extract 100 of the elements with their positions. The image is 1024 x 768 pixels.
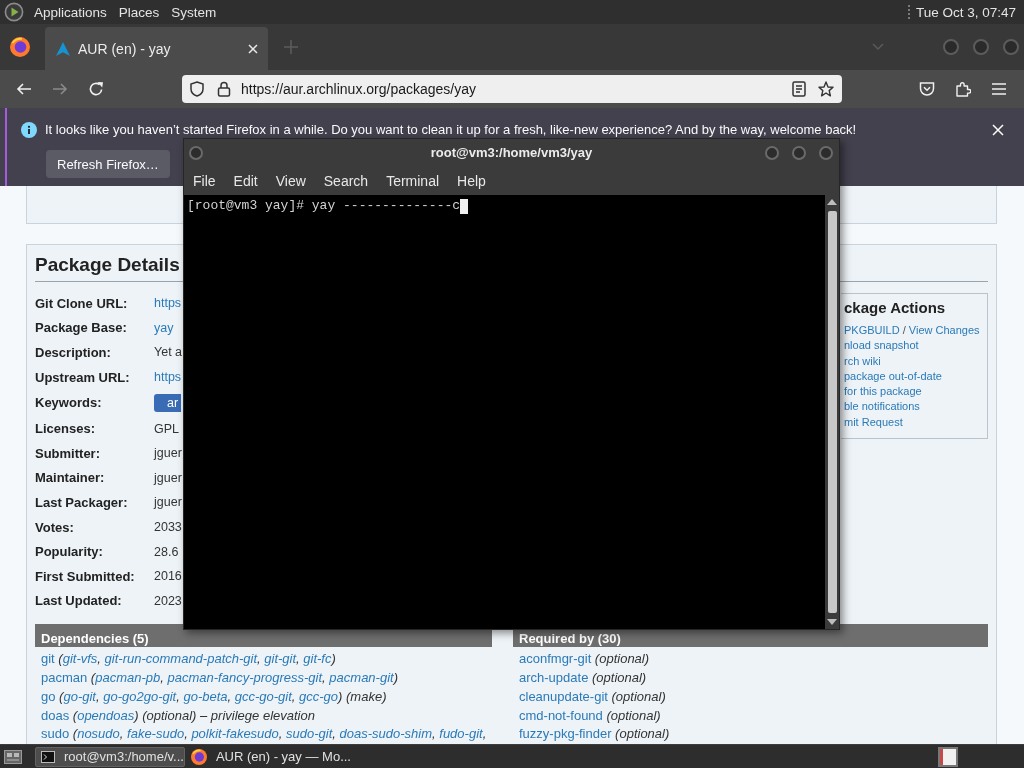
taskbar-button[interactable]: AUR (en) - yay — Mo... <box>184 746 353 767</box>
package-link[interactable]: cmd-not-found <box>519 707 603 723</box>
package-link[interactable]: nosudo <box>77 726 120 742</box>
dependency-line: arch-update (optional) <box>519 668 647 687</box>
section-heading: Dependencies (5) <box>41 631 149 647</box>
terminal-line: [root@vm3 yay]# yay --------------c <box>187 198 461 214</box>
window-control-icon[interactable] <box>189 145 203 160</box>
package-link[interactable]: git <box>41 651 55 667</box>
dependency-line: fuzzy-pkg-finder (optional) <box>519 725 670 744</box>
action-link[interactable]: nload snapshot <box>844 338 919 354</box>
scrollbar-thumb[interactable] <box>827 211 837 613</box>
dependency-line: cmd-not-found (optional) <box>519 706 661 725</box>
workspace-icon[interactable] <box>938 746 958 767</box>
dependency-line: sudo (nosudo, fake-sudo, polkit-fakesudo, sudo-git, doas-sudo-shim, fudo-git, <box>41 725 487 744</box>
package-link[interactable]: cleanupdate-git <box>519 688 608 704</box>
package-link[interactable]: pacman-pb <box>95 669 161 685</box>
package-link[interactable]: fudo-git <box>439 726 483 742</box>
package-link[interactable]: View Changes <box>908 324 980 336</box>
triangle-logo-icon <box>56 41 70 56</box>
field-label: Licenses: <box>35 421 96 437</box>
panel-menu[interactable]: System <box>171 4 217 20</box>
menu-icon[interactable] <box>991 82 1007 96</box>
reader-view-icon[interactable] <box>792 81 806 97</box>
package-link[interactable]: gcc-go <box>299 688 339 704</box>
field-label: Git Clone URL: <box>35 295 129 311</box>
action-link[interactable]: package out-of-date <box>844 368 942 385</box>
section-heading: Required by (30) <box>519 631 621 647</box>
menu-item[interactable]: File <box>184 172 225 189</box>
back-icon[interactable] <box>16 81 32 97</box>
menu-item[interactable]: Help <box>448 172 495 189</box>
browser-logo-icon <box>190 748 207 765</box>
keyword-tag[interactable]: ar <box>154 393 182 412</box>
field-value: jguer <box>154 446 182 461</box>
field-value: 28.6 <box>154 544 179 559</box>
taskbar-button[interactable]: root@vm3:/home/v... <box>35 746 185 767</box>
browser-logo-icon[interactable] <box>10 37 30 57</box>
notification-message: It looks like you haven’t started Firefox in a while. Do you want to clean it up for a fresh, like-new experience? And by the way, welcome back! <box>45 122 857 138</box>
package-link[interactable]: git-fc <box>303 651 332 667</box>
puzzle-icon[interactable] <box>955 81 971 97</box>
refresh-button[interactable]: Refresh Firefox… <box>46 150 170 178</box>
close-icon[interactable] <box>248 43 258 54</box>
package-link[interactable]: pacman <box>41 669 88 685</box>
field-label: Last Updated: <box>35 593 123 609</box>
shield-icon[interactable] <box>189 81 205 97</box>
address-bar[interactable]: https://aur.archlinux.org/packages/yay <box>182 75 842 103</box>
field-label: Submitter: <box>35 445 101 461</box>
package-link[interactable]: fuzzy-pkg-finder <box>519 726 612 742</box>
tab[interactable]: AUR (en) - yay <box>45 27 268 70</box>
window-title: root@vm3:/home/vm3/yay <box>429 145 594 160</box>
value-link[interactable]: https <box>154 370 182 385</box>
star-icon[interactable] <box>818 81 834 97</box>
action-link[interactable]: for this package <box>844 384 922 400</box>
window-control-icon[interactable] <box>819 145 833 160</box>
field-label: Last Packager: <box>35 494 129 510</box>
panel-menu[interactable]: Applications <box>34 4 107 20</box>
scroll-up-icon[interactable] <box>827 199 837 205</box>
package-link[interactable]: polkit-fakesudo <box>191 726 279 742</box>
package-link[interactable]: sudo-git <box>286 726 333 742</box>
menu-item[interactable]: View <box>266 172 315 189</box>
action-link[interactable]: mit Request <box>844 414 903 431</box>
forward-icon[interactable] <box>52 81 68 97</box>
menu-item[interactable]: Search <box>314 172 378 189</box>
package-link[interactable]: aconfmgr-git <box>519 651 592 667</box>
lock-icon[interactable] <box>217 81 231 97</box>
value-link[interactable]: https <box>154 296 182 311</box>
field-label: Popularity: <box>35 544 104 560</box>
package-link[interactable]: go-beta <box>183 688 228 704</box>
package-link[interactable]: doas <box>41 707 70 723</box>
action-link[interactable]: ble notifications <box>844 399 920 415</box>
package-link[interactable]: git-vfs <box>62 651 98 667</box>
window-control-icon[interactable] <box>765 145 779 160</box>
clock: Tue Oct 3, 07:47 <box>915 4 1016 20</box>
package-link[interactable]: pacman-git <box>329 669 394 685</box>
field-label: Package Base: <box>35 320 128 336</box>
package-link[interactable]: PKGBUILD <box>844 324 900 336</box>
value-link[interactable]: yay <box>154 320 174 335</box>
window-control-icon[interactable] <box>792 145 806 160</box>
action-link[interactable]: rch wiki <box>844 353 881 369</box>
reload-icon[interactable] <box>88 81 104 97</box>
panel-title: ckage Actions <box>844 299 947 317</box>
package-link[interactable]: sudo <box>41 726 70 742</box>
dependency-line: doas (opendoas) (optional) – privilege elevation <box>41 706 315 725</box>
package-link[interactable]: opendoas <box>77 707 135 723</box>
field-label: Maintainer: <box>35 470 106 486</box>
chevron-shield-icon[interactable] <box>919 81 935 97</box>
play-logo-icon[interactable] <box>4 2 24 22</box>
package-link[interactable]: go <box>41 688 56 704</box>
menu-item[interactable]: Terminal <box>377 172 449 189</box>
menu-item[interactable]: Edit <box>224 172 267 189</box>
field-value: jguer <box>154 495 182 510</box>
package-link[interactable]: gcc-go-git <box>234 688 292 704</box>
package-link[interactable]: arch-update <box>519 669 589 685</box>
drag-handle-icon <box>906 5 911 19</box>
panel-menu[interactable]: Places <box>118 4 160 20</box>
package-link[interactable]: go-git <box>63 688 96 704</box>
field-value: 2023 <box>154 593 182 608</box>
desktop-icon[interactable] <box>4 748 22 765</box>
scrollbar[interactable] <box>825 195 839 629</box>
package-link[interactable]: go-go2go-git <box>103 688 177 704</box>
section-title: Package Details <box>35 254 180 275</box>
